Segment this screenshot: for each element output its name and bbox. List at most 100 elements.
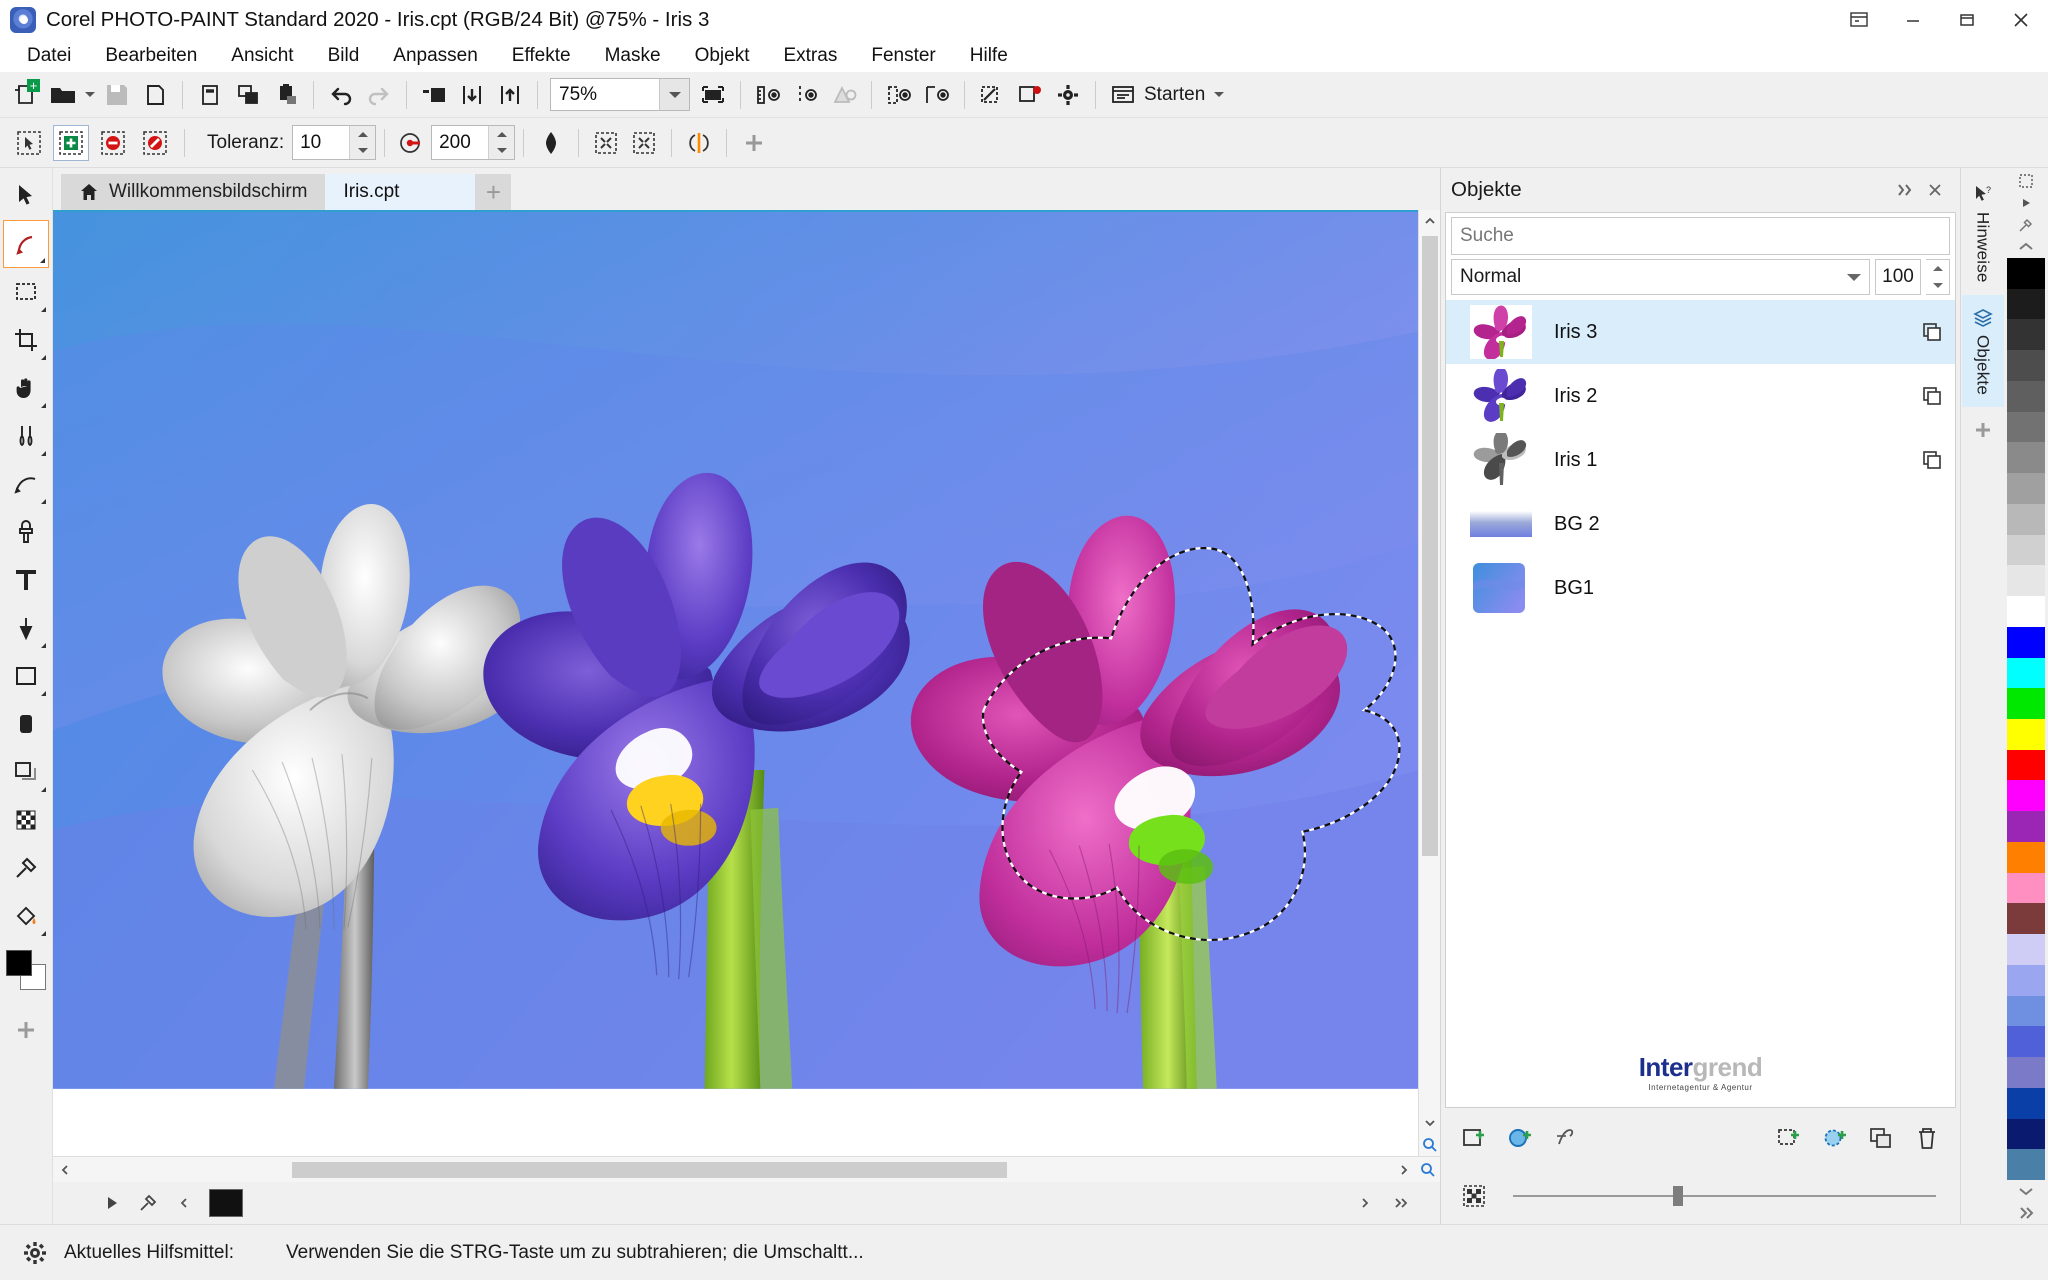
- new-lens-icon[interactable]: [1501, 1119, 1539, 1157]
- lock-transparency-icon[interactable]: [1917, 445, 1947, 475]
- mask-xor-icon[interactable]: [137, 125, 173, 161]
- tolerance-stepper[interactable]: [292, 125, 377, 160]
- swatch[interactable]: [2007, 719, 2045, 750]
- export-icon[interactable]: [453, 76, 491, 114]
- mask-feather-edge-icon[interactable]: [680, 124, 718, 162]
- add-tool-icon[interactable]: [3, 1006, 49, 1054]
- menu-bearbeiten[interactable]: Bearbeiten: [88, 40, 214, 72]
- swatch[interactable]: [2007, 964, 2045, 996]
- mask-mode-icon[interactable]: [1455, 1177, 1493, 1215]
- text-tool[interactable]: [3, 556, 49, 604]
- delete-object-icon[interactable]: [1908, 1119, 1946, 1157]
- pan-flyout-icon[interactable]: [41, 398, 46, 408]
- image-canvas[interactable]: [53, 210, 1418, 1156]
- menu-ansicht[interactable]: Ansicht: [214, 40, 310, 72]
- swatch[interactable]: [2007, 688, 2045, 720]
- fill-tool[interactable]: [3, 604, 49, 652]
- scroll-left-icon[interactable]: [53, 1158, 77, 1182]
- launch-dropdown-icon[interactable]: [1211, 76, 1227, 114]
- edit-lens-icon[interactable]: [1547, 1119, 1585, 1157]
- paste-icon[interactable]: [267, 76, 305, 114]
- pan-tool[interactable]: [3, 364, 49, 412]
- scroll-up-icon[interactable]: [1419, 210, 1441, 232]
- brush-flyout-icon[interactable]: [41, 446, 46, 456]
- horizontal-scroll-thumb[interactable]: [292, 1161, 1007, 1178]
- copy-icon[interactable]: [229, 76, 267, 114]
- swatch[interactable]: [2007, 565, 2045, 597]
- swatch[interactable]: [2007, 1026, 2045, 1058]
- swatch[interactable]: [2007, 534, 2045, 566]
- foreground-color-swatch[interactable]: [6, 950, 32, 976]
- crop-tool[interactable]: [3, 316, 49, 364]
- rectangle-shape-tool[interactable]: [3, 652, 49, 700]
- menu-hilfe[interactable]: Hilfe: [953, 40, 1025, 72]
- swatch[interactable]: [2007, 350, 2045, 381]
- vertical-scrollbar[interactable]: [1418, 210, 1440, 1156]
- mask-marquee-icon[interactable]: [918, 76, 956, 114]
- tolerance-down[interactable]: [350, 143, 375, 160]
- effect-tool[interactable]: [3, 460, 49, 508]
- menu-extras[interactable]: Extras: [766, 40, 854, 72]
- guidelines-icon[interactable]: [787, 76, 825, 114]
- object-row-bg1[interactable]: BG1: [1446, 556, 1955, 620]
- feather-stepper[interactable]: [431, 125, 516, 160]
- pick-tool[interactable]: [3, 172, 49, 220]
- swatch[interactable]: [2007, 258, 2045, 289]
- feather-down[interactable]: [489, 143, 514, 160]
- gear-icon[interactable]: [18, 1236, 52, 1270]
- print-icon[interactable]: [136, 76, 174, 114]
- horizontal-scrollbar[interactable]: [53, 1156, 1440, 1182]
- options-gear-icon[interactable]: [1049, 76, 1087, 114]
- swatch[interactable]: [2007, 841, 2045, 873]
- object-row-iris-2[interactable]: Iris 2: [1446, 364, 1955, 428]
- feather-mask-icon[interactable]: [393, 124, 431, 162]
- swatch[interactable]: [2007, 626, 2045, 658]
- grid-icon[interactable]: [825, 76, 863, 114]
- mask-grow-icon[interactable]: [587, 124, 625, 162]
- swatch[interactable]: [2007, 872, 2045, 904]
- magic-wand-mask-tool[interactable]: [3, 220, 49, 268]
- opacity-value[interactable]: 100: [1875, 259, 1921, 295]
- launch-button[interactable]: Starten: [1104, 76, 1211, 114]
- swatch[interactable]: [2007, 1057, 2045, 1088]
- palette-more-icon[interactable]: [2004, 1202, 2048, 1224]
- mask-shrink-icon[interactable]: [625, 124, 663, 162]
- redo-icon[interactable]: [360, 76, 398, 114]
- rulers-icon[interactable]: [749, 76, 787, 114]
- lock-transparency-icon[interactable]: [1917, 381, 1947, 411]
- tolerance-input[interactable]: [293, 126, 350, 159]
- palette-pick-icon[interactable]: [2004, 170, 2048, 192]
- zoom-icon[interactable]: [1416, 1158, 1440, 1182]
- menu-maske[interactable]: Maske: [588, 40, 678, 72]
- eyedropper-tool[interactable]: [3, 844, 49, 892]
- opacity-down[interactable]: [1926, 277, 1949, 294]
- swatch[interactable]: [2007, 596, 2045, 627]
- add-command-icon[interactable]: [735, 124, 773, 162]
- clip-mask-icon[interactable]: [973, 76, 1011, 114]
- zoom-to-fit-icon[interactable]: [1419, 1134, 1441, 1156]
- vertical-scroll-track[interactable]: [1419, 232, 1441, 1112]
- publish-pdf-icon[interactable]: [491, 76, 529, 114]
- tab-iris-cpt[interactable]: Iris.cpt: [325, 174, 476, 210]
- swatch[interactable]: [2007, 780, 2045, 812]
- docker-collapse-icon[interactable]: [1890, 175, 1920, 205]
- swatch[interactable]: [2007, 1118, 2045, 1150]
- object-row-iris-1[interactable]: Iris 1: [1446, 428, 1955, 492]
- palette-scroll-up-icon[interactable]: [2004, 236, 2048, 258]
- swatch[interactable]: [2007, 442, 2045, 474]
- swatch[interactable]: [2007, 503, 2045, 535]
- lock-transparency-icon[interactable]: [1917, 317, 1947, 347]
- menu-fenster[interactable]: Fenster: [854, 40, 952, 72]
- opacity-slider[interactable]: [1513, 1186, 1936, 1206]
- mask-normal-icon[interactable]: [11, 125, 47, 161]
- swatch[interactable]: [2007, 657, 2045, 689]
- fullscreen-preview-icon[interactable]: [694, 76, 732, 114]
- swatch[interactable]: [2007, 1149, 2045, 1180]
- palette-eyedropper-icon[interactable]: [2004, 214, 2048, 236]
- open-document-icon[interactable]: [44, 76, 82, 114]
- mask-flyout-icon[interactable]: [41, 302, 46, 312]
- crop-flyout-icon[interactable]: [41, 350, 46, 360]
- menu-effekte[interactable]: Effekte: [495, 40, 588, 72]
- duplicate-object-icon[interactable]: [1862, 1119, 1900, 1157]
- fill-flyout-icon[interactable]: [41, 638, 46, 648]
